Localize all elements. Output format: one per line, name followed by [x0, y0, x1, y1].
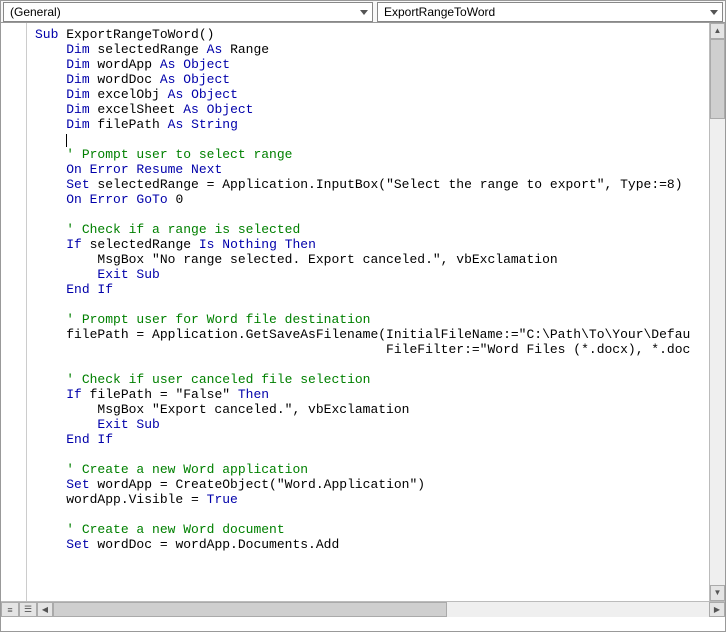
triangle-left-icon: ◀ [42, 606, 48, 614]
full-module-view-button[interactable]: ☰ [19, 602, 37, 617]
scroll-up-button[interactable]: ▲ [710, 23, 725, 39]
scroll-left-button[interactable]: ◀ [37, 602, 53, 617]
horizontal-scroll-track[interactable] [53, 602, 709, 617]
view-mode-buttons: ≡ ☰ [1, 602, 37, 617]
editor-margin [1, 23, 27, 617]
scroll-right-button[interactable]: ▶ [709, 602, 725, 617]
procedure-combobox[interactable]: ExportRangeToWord [377, 2, 723, 22]
horizontal-scroll-thumb[interactable] [53, 602, 447, 617]
code-editor: Sub ExportRangeToWord() Dim selectedRang… [1, 23, 725, 617]
chevron-down-icon [360, 10, 368, 15]
scope-combobox[interactable]: (General) [3, 2, 373, 22]
vertical-scrollbar[interactable]: ▲ ▼ [709, 23, 725, 601]
triangle-down-icon: ▼ [714, 589, 722, 597]
text-cursor [66, 134, 67, 147]
code-area[interactable]: Sub ExportRangeToWord() Dim selectedRang… [27, 23, 725, 617]
scope-combobox-value: (General) [10, 5, 61, 19]
triangle-right-icon: ▶ [714, 606, 720, 614]
procedure-view-button[interactable]: ≡ [1, 602, 19, 617]
procedure-combobox-value: ExportRangeToWord [384, 5, 495, 19]
horizontal-scrollbar-area: ≡ ☰ ◀ ▶ [1, 601, 725, 617]
vertical-scroll-thumb[interactable] [710, 39, 725, 119]
scroll-down-button[interactable]: ▼ [710, 585, 725, 601]
triangle-up-icon: ▲ [714, 27, 722, 35]
chevron-down-icon [710, 10, 718, 15]
code-content[interactable]: Sub ExportRangeToWord() Dim selectedRang… [27, 23, 725, 556]
dropdown-toolbar: (General) ExportRangeToWord [1, 1, 725, 23]
